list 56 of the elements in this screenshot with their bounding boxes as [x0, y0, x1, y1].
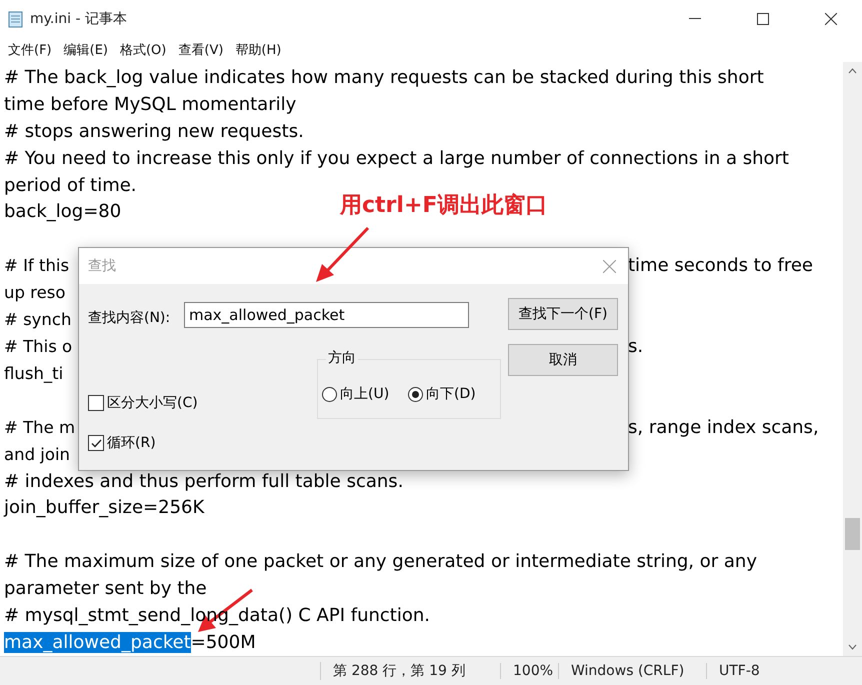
scrollbar-thumb[interactable] — [845, 518, 860, 550]
text-line: # This o — [4, 337, 72, 356]
scroll-up-icon[interactable] — [848, 67, 857, 76]
status-text: 第 288 行，第 19 列 — [320, 662, 500, 680]
text-line: # The maximum size of one packet or any generated or intermediate string, or any — [4, 551, 757, 572]
text-line: s, range index scans, — [628, 416, 820, 438]
checkbox-label: 区分大小写(C) — [107, 394, 198, 412]
scroll-down-icon[interactable] — [848, 642, 857, 651]
radio-label: 向下(D) — [426, 385, 476, 403]
text-line: # indexes and thus perform full table scans. — [4, 470, 404, 492]
group-title: 方向 — [326, 349, 358, 367]
menu-item[interactable]: 查看(V) — [178, 39, 224, 61]
check-icon — [90, 438, 102, 448]
menu-item[interactable]: 编辑(E) — [64, 39, 108, 61]
text-line: # stops answering new requests. — [4, 120, 304, 142]
checkbox[interactable] — [88, 395, 104, 411]
status-text: 100% — [500, 663, 558, 679]
radio-button[interactable] — [322, 386, 337, 402]
text-line: up reso — [4, 283, 66, 302]
text-line: # If this — [4, 256, 70, 276]
text-line: # synch — [4, 310, 72, 330]
arrow-icon — [314, 226, 370, 284]
text-line: # You need to increase this only if you expect a large number of connections in a short — [4, 148, 789, 169]
radio-button[interactable] — [408, 386, 423, 402]
text-line: and join — [4, 444, 70, 464]
text-line: parameter sent by the — [4, 578, 207, 600]
text-line: join_buffer_size=256K — [4, 497, 204, 518]
annotation-text: 用ctrl+F调出此窗口 — [340, 192, 548, 220]
field-label: 查找内容(N): — [88, 309, 170, 327]
text-line: flush_ti — [4, 364, 64, 383]
text-line: back_log=80 — [4, 201, 122, 222]
maximize-icon[interactable] — [757, 13, 769, 25]
find-next-button[interactable]: 查找下一个(F) — [508, 298, 618, 330]
radio-label: 向上(U) — [340, 385, 390, 403]
status-text: Windows (CRLF) — [558, 663, 706, 679]
text-line: s. — [628, 336, 644, 358]
checkbox-label: 循环(R) — [107, 434, 156, 452]
menu-item[interactable]: 文件(F) — [8, 39, 52, 61]
find-field[interactable]: max_allowed_packet — [184, 302, 469, 328]
cancel-button[interactable]: 取消 — [508, 344, 618, 376]
checkbox[interactable] — [88, 435, 104, 451]
dialog-title: 查找 — [88, 257, 116, 275]
text-line: # The m — [4, 418, 76, 437]
text-line: time seconds to free — [628, 255, 814, 276]
text-line: time before MySQL momentarily — [4, 94, 296, 115]
text-line: period of time. — [4, 174, 137, 196]
notepad-icon — [8, 10, 24, 28]
menu-item[interactable]: 格式(O) — [120, 39, 166, 61]
selected-text: max_allowed_packet — [4, 632, 191, 653]
minimize-icon[interactable] — [689, 18, 701, 20]
text-line: # The back_log value indicates how many requests can be stacked during this short — [4, 66, 764, 88]
status-text: UTF-8 — [706, 663, 862, 679]
window-title: my.ini - 记事本 — [30, 10, 128, 28]
menu-item[interactable]: 帮助(H) — [235, 39, 282, 61]
text-line: =500M — [190, 632, 256, 653]
close-icon[interactable] — [825, 13, 837, 25]
